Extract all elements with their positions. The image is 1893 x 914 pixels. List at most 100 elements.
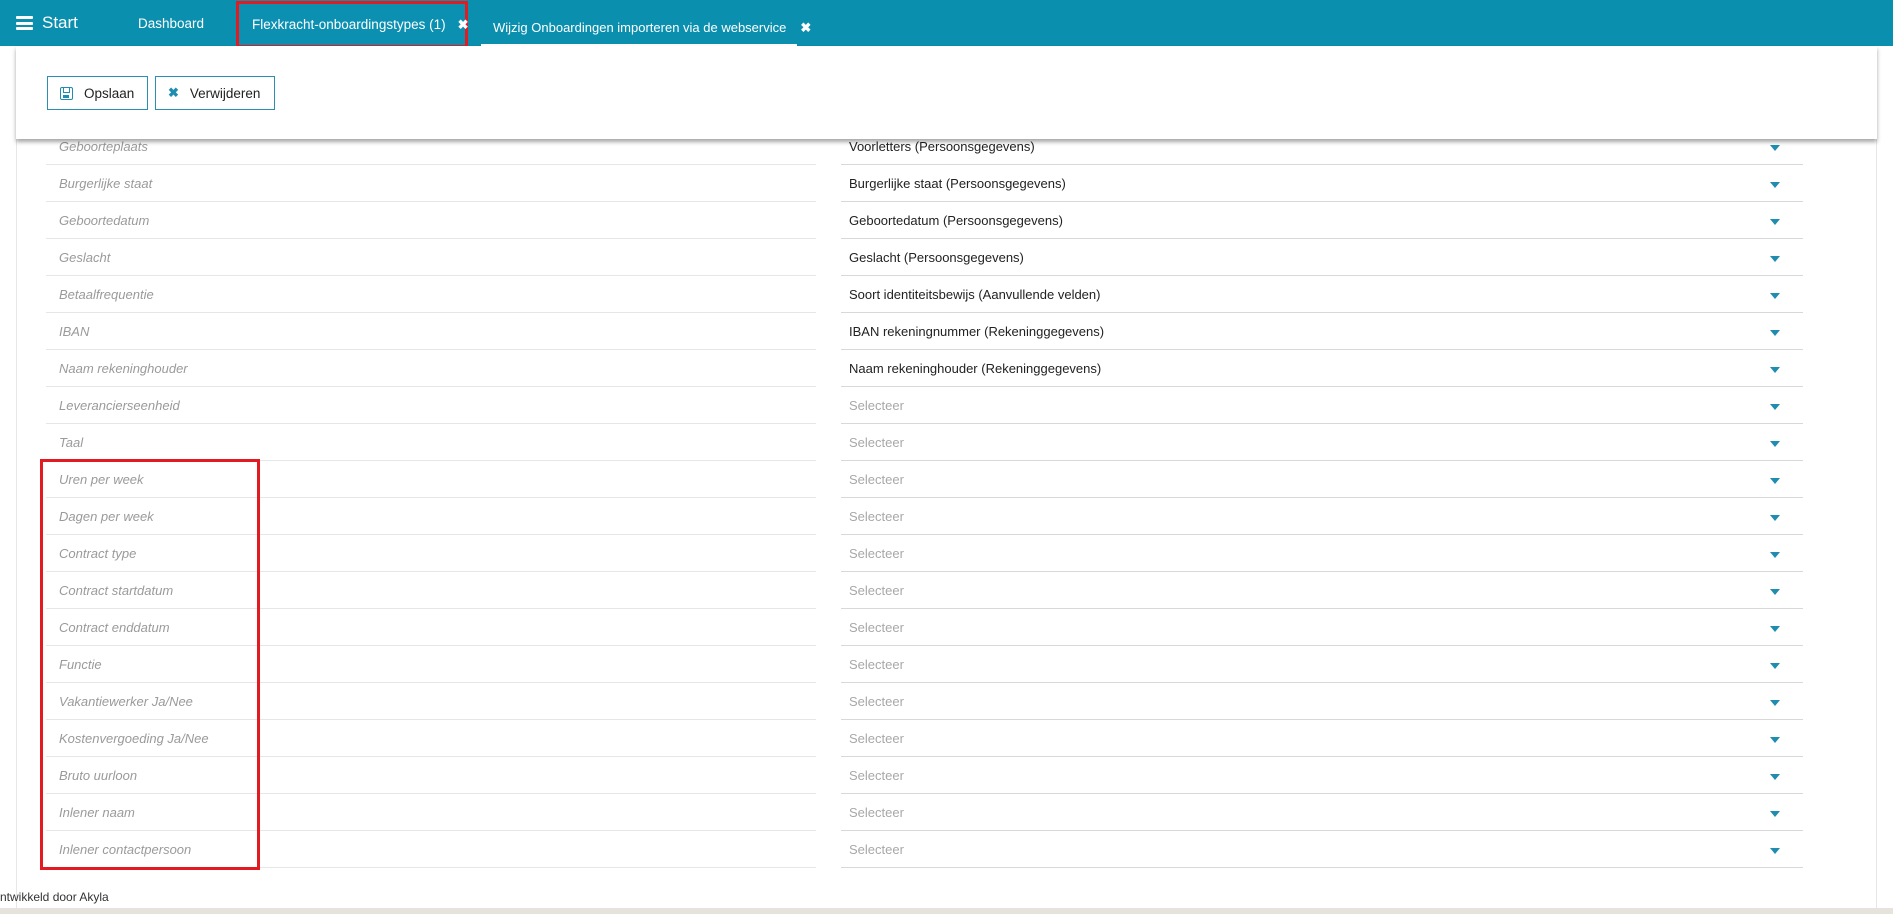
field-label: Dagen per week xyxy=(59,509,154,524)
caret-down-icon[interactable] xyxy=(1770,293,1780,299)
caret-down-icon[interactable] xyxy=(1770,404,1780,410)
table-row: Vakantiewerker Ja/Nee Selecteer xyxy=(46,683,1803,720)
caret-down-icon[interactable] xyxy=(1770,552,1780,558)
mapping-select[interactable]: Selecteer xyxy=(841,387,1803,424)
caret-down-icon[interactable] xyxy=(1770,145,1780,151)
table-row: Uren per week Selecteer xyxy=(46,461,1803,498)
table-row: IBAN IBAN rekeningnummer (Rekeninggegeven… xyxy=(46,313,1803,350)
start-menu-button[interactable]: Start xyxy=(16,0,78,46)
top-bar: Start Dashboard Flexkracht-onboardingsty… xyxy=(0,0,1893,48)
select-value: Geboortedatum (Persoonsgegevens) xyxy=(849,213,1063,228)
delete-button[interactable]: ✖ Verwijderen xyxy=(155,76,275,110)
mapping-select[interactable]: Selecteer xyxy=(841,794,1803,831)
field-label: Geboorteplaats xyxy=(59,139,148,154)
mapping-select[interactable]: IBAN rekeningnummer (Rekeninggegevens) xyxy=(841,313,1803,350)
select-value: Selecteer xyxy=(849,583,904,598)
select-value: Burgerlijke staat (Persoonsgegevens) xyxy=(849,176,1066,191)
caret-down-icon[interactable] xyxy=(1770,774,1780,780)
mapping-select[interactable]: Selecteer xyxy=(841,572,1803,609)
table-row: Kostenvergoeding Ja/Nee Selecteer xyxy=(46,720,1803,757)
table-row: Contract type Selecteer xyxy=(46,535,1803,572)
table-row: Geslacht Geslacht (Persoonsgegevens) xyxy=(46,239,1803,276)
caret-down-icon[interactable] xyxy=(1770,700,1780,706)
select-value: Selecteer xyxy=(849,546,904,561)
caret-down-icon[interactable] xyxy=(1770,515,1780,521)
caret-down-icon[interactable] xyxy=(1770,811,1780,817)
caret-down-icon[interactable] xyxy=(1770,441,1780,447)
save-icon xyxy=(60,86,73,100)
field-label: Geboortedatum xyxy=(59,213,150,228)
mapping-select[interactable]: Selecteer xyxy=(841,757,1803,794)
caret-down-icon[interactable] xyxy=(1770,737,1780,743)
tab-flexkracht-label: Flexkracht-onboardingstypes (1) xyxy=(252,17,446,32)
mapping-select[interactable]: Geslacht (Persoonsgegevens) xyxy=(841,239,1803,276)
footer-credit: ntwikkeld door Akyla xyxy=(0,890,109,904)
select-value: Soort identiteitsbewijs (Aanvullende vel… xyxy=(849,287,1101,302)
mapping-select[interactable]: Selecteer xyxy=(841,498,1803,535)
field-label: Taal xyxy=(59,435,84,450)
caret-down-icon[interactable] xyxy=(1770,663,1780,669)
table-row: Dagen per week Selecteer xyxy=(46,498,1803,535)
field-label: Functie xyxy=(59,657,102,672)
field-label: Geslacht xyxy=(59,250,111,265)
table-row: Naam rekeninghouder Naam rekeninghouder (… xyxy=(46,350,1803,387)
close-icon[interactable]: ✖ xyxy=(800,21,811,34)
field-label: Vakantiewerker Ja/Nee xyxy=(59,694,193,709)
select-value: IBAN rekeningnummer (Rekeninggegevens) xyxy=(849,324,1105,339)
close-icon[interactable]: ✖ xyxy=(458,18,469,31)
caret-down-icon[interactable] xyxy=(1770,848,1780,854)
caret-down-icon[interactable] xyxy=(1770,478,1780,484)
select-value: Selecteer xyxy=(849,398,904,413)
caret-down-icon[interactable] xyxy=(1770,626,1780,632)
tab-dashboard[interactable]: Dashboard xyxy=(138,0,204,46)
start-label: Start xyxy=(42,13,78,32)
field-label: Betaalfrequentie xyxy=(59,287,154,302)
select-value: Selecteer xyxy=(849,657,904,672)
table-row: Contract startdatum Selecteer xyxy=(46,572,1803,609)
table-row: Betaalfrequentie Soort identiteitsbewijs … xyxy=(46,276,1803,313)
mapping-select[interactable]: Geboortedatum (Persoonsgegevens) xyxy=(841,202,1803,239)
table-row: Inlener naam Selecteer xyxy=(46,794,1803,831)
save-button[interactable]: Opslaan xyxy=(47,76,148,110)
select-value: Selecteer xyxy=(849,842,904,857)
caret-down-icon[interactable] xyxy=(1770,589,1780,595)
mapping-select[interactable]: Selecteer xyxy=(841,683,1803,720)
select-value: Selecteer xyxy=(849,768,904,783)
table-row: Contract enddatum Selecteer xyxy=(46,609,1803,646)
field-label: Leverancierseenheid xyxy=(59,398,180,413)
mapping-select[interactable]: Burgerlijke staat (Persoonsgegevens) xyxy=(841,165,1803,202)
mapping-select[interactable]: Selecteer xyxy=(841,609,1803,646)
table-row: Taal Selecteer xyxy=(46,424,1803,461)
select-value: Selecteer xyxy=(849,620,904,635)
field-label: Inlener contactpersoon xyxy=(59,842,192,857)
table-row: Functie Selecteer xyxy=(46,646,1803,683)
mapping-select[interactable]: Selecteer xyxy=(841,646,1803,683)
mapping-select[interactable]: Naam rekeninghouder (Rekeninggegevens) xyxy=(841,350,1803,387)
mapping-select[interactable]: Selecteer xyxy=(841,461,1803,498)
caret-down-icon[interactable] xyxy=(1770,330,1780,336)
mapping-select[interactable]: Selecteer xyxy=(841,831,1803,868)
caret-down-icon[interactable] xyxy=(1770,219,1780,225)
table-row: Inlener contactpersoon Selecteer xyxy=(46,831,1803,868)
field-label: Inlener naam xyxy=(59,805,135,820)
mapping-select[interactable]: Selecteer xyxy=(841,535,1803,572)
table-row: Burgerlijke staat Burgerlijke staat (Pers… xyxy=(46,165,1803,202)
field-label: Naam rekeninghouder xyxy=(59,361,188,376)
save-button-label: Opslaan xyxy=(84,85,135,101)
caret-down-icon[interactable] xyxy=(1770,182,1780,188)
select-value: Selecteer xyxy=(849,805,904,820)
mapping-select[interactable]: Selecteer xyxy=(841,424,1803,461)
tab-flexkracht-onboardingstypes[interactable]: Flexkracht-onboardingstypes (1) ✖ xyxy=(236,1,469,48)
table-row: Geboortedatum Geboortedatum (Persoonsgege… xyxy=(46,202,1803,239)
field-label: Contract startdatum xyxy=(59,583,174,598)
mapping-select[interactable]: Soort identiteitsbewijs (Aanvullende vel… xyxy=(841,276,1803,313)
mapping-select[interactable]: Selecteer xyxy=(841,720,1803,757)
field-label: Contract type xyxy=(59,546,137,561)
table-row: Leverancierseenheid Selecteer xyxy=(46,387,1803,424)
tab-wijzig-onboardingen[interactable]: Wijzig Onboardingen importeren via de we… xyxy=(481,10,811,46)
select-value: Selecteer xyxy=(849,435,904,450)
caret-down-icon[interactable] xyxy=(1770,256,1780,262)
caret-down-icon[interactable] xyxy=(1770,367,1780,373)
select-value: Selecteer xyxy=(849,694,904,709)
field-label: Bruto uurloon xyxy=(59,768,138,783)
